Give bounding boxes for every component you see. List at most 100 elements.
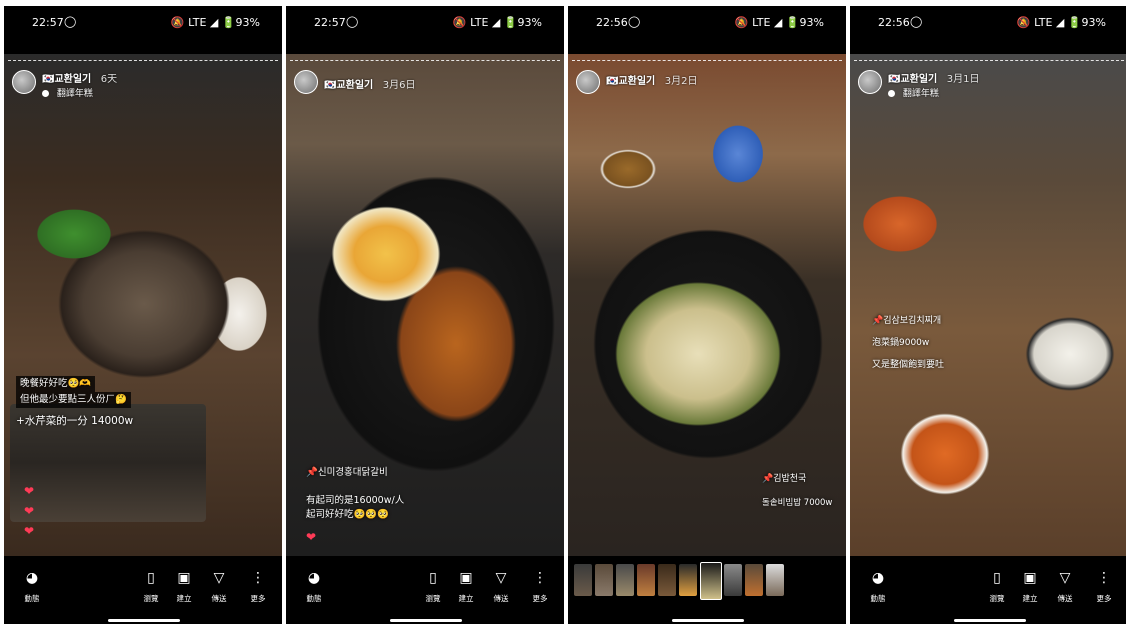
story-username[interactable]: 🇰🇷교환일기 bbox=[42, 74, 91, 85]
home-indicator[interactable] bbox=[108, 619, 180, 622]
more-label: 更多 bbox=[250, 594, 266, 603]
send-button[interactable]: ▽ 傳送 bbox=[487, 570, 515, 604]
create-icon: ▣ bbox=[1023, 570, 1037, 586]
home-indicator[interactable] bbox=[672, 619, 744, 622]
create-button[interactable]: ▣ 建立 bbox=[452, 570, 480, 604]
instagram-icon: ◯ bbox=[64, 15, 77, 28]
create-label: 建立 bbox=[1022, 594, 1038, 603]
more-icon: ⋮ bbox=[251, 570, 265, 586]
create-button[interactable]: ▣ 建立 bbox=[1016, 570, 1044, 604]
audio-icon bbox=[42, 90, 49, 97]
story-photo[interactable] bbox=[850, 54, 1126, 556]
story-caption: +水芹菜的一分 14000w bbox=[16, 414, 133, 428]
home-indicator[interactable] bbox=[390, 619, 462, 622]
caption-line: +水芹菜的一分 14000w bbox=[16, 415, 134, 427]
story-caption: 📌신미경홍대닭갈비 bbox=[306, 466, 388, 480]
story-header[interactable]: 🇰🇷교환일기 3月6日 bbox=[294, 68, 534, 102]
story-thumbnail[interactable] bbox=[679, 564, 697, 596]
story-thumbnail[interactable] bbox=[724, 564, 742, 596]
story-header[interactable]: 🇰🇷교환일기 6天 翻譯年糕 bbox=[12, 68, 252, 102]
browse-label: 瀏覽 bbox=[425, 594, 441, 603]
story-thumbnail-current[interactable] bbox=[700, 562, 722, 600]
story-panel-2[interactable]: 22:57 ◯ 🔕 LTE ◢ 🔋93% 🇰🇷교환일기 3月6日 📌신미경홍대닭… bbox=[286, 6, 564, 624]
status-time: 22:57 bbox=[314, 16, 346, 29]
story-caption: 有起司的是16000w/人 起司好好吃🥺🥺🥺 bbox=[306, 494, 404, 522]
browse-button[interactable]: ▯ 瀏覽 bbox=[983, 570, 1011, 604]
avatar[interactable] bbox=[576, 70, 600, 94]
story-panel-3[interactable]: 22:56 ◯ 🔕 LTE ◢ 🔋93% 🇰🇷교환일기 3月2日 📌김밥천국 돌… bbox=[568, 6, 846, 624]
more-button[interactable]: ⋮ 更多 bbox=[244, 570, 272, 604]
browse-label: 瀏覽 bbox=[143, 594, 159, 603]
story-caption: 又是整個飽到要吐 bbox=[872, 358, 944, 372]
caption-line: 📌김삼보김치찌개 bbox=[872, 316, 942, 326]
story-username[interactable]: 🇰🇷교환일기 bbox=[606, 76, 655, 87]
story-header[interactable]: 🇰🇷교환일기 3月1日 翻譯年糕 bbox=[858, 68, 1098, 102]
more-button[interactable]: ⋮ 更多 bbox=[1090, 570, 1118, 604]
story-username[interactable]: 🇰🇷교환일기 bbox=[324, 80, 373, 91]
browse-button[interactable]: ▯ 瀏覽 bbox=[137, 570, 165, 604]
audio-label: 翻譯年糕 bbox=[902, 89, 939, 99]
story-username[interactable]: 🇰🇷교환일기 bbox=[888, 74, 937, 85]
status-time: 22:57 bbox=[32, 16, 64, 29]
avatar[interactable] bbox=[294, 70, 318, 94]
story-audio[interactable]: 翻譯年糕 bbox=[42, 86, 93, 99]
story-caption: 泡菜鍋9000w bbox=[872, 336, 929, 350]
story-thumbnail[interactable] bbox=[766, 564, 784, 596]
story-toolbar: ◕ 動態 ▯ 瀏覽 ▣ 建立 ▽ 傳送 ⋮ 更多 bbox=[4, 558, 282, 624]
status-time: 22:56 bbox=[878, 16, 910, 29]
heart-icon: ❤ bbox=[24, 484, 35, 498]
heart-icon: ❤ bbox=[24, 524, 35, 538]
story-progress-bar bbox=[8, 60, 278, 61]
story-photo[interactable] bbox=[286, 54, 564, 556]
caption-line: 起司好好吃🥺🥺🥺 bbox=[306, 509, 389, 520]
activity-label: 動態 bbox=[24, 594, 40, 603]
home-indicator[interactable] bbox=[954, 619, 1026, 622]
browse-icon: ▯ bbox=[429, 570, 437, 586]
send-icon: ▽ bbox=[1059, 570, 1071, 586]
send-button[interactable]: ▽ 傳送 bbox=[1051, 570, 1079, 604]
story-thumbnail[interactable] bbox=[658, 564, 676, 596]
story-header[interactable]: 🇰🇷교환일기 3月2日 bbox=[576, 68, 816, 102]
status-bar: 22:56 ◯ 🔕 LTE ◢ 🔋93% bbox=[568, 6, 846, 38]
story-thumbnail[interactable] bbox=[595, 564, 613, 596]
send-icon: ▽ bbox=[495, 570, 507, 586]
story-time: 3月2日 bbox=[664, 76, 698, 87]
send-button[interactable]: ▽ 傳送 bbox=[205, 570, 233, 604]
story-thumbnail[interactable] bbox=[574, 564, 592, 596]
status-bar: 22:56 ◯ 🔕 LTE ◢ 🔋93% bbox=[850, 6, 1126, 38]
story-audio[interactable]: 翻譯年糕 bbox=[888, 86, 939, 99]
instagram-icon: ◯ bbox=[628, 15, 641, 28]
send-icon: ▽ bbox=[213, 570, 225, 586]
create-button[interactable]: ▣ 建立 bbox=[170, 570, 198, 604]
browse-icon: ▯ bbox=[147, 570, 155, 586]
caption-line: 泡菜鍋9000w bbox=[872, 338, 930, 348]
status-indicators: 🔕 LTE ◢ 🔋93% bbox=[170, 16, 260, 29]
avatar[interactable] bbox=[858, 70, 882, 94]
story-thumbnail[interactable] bbox=[745, 564, 763, 596]
story-toolbar: ◕ 動態 ▯ 瀏覽 ▣ 建立 ▽ 傳送 ⋮ 更多 bbox=[850, 558, 1126, 624]
story-photo[interactable] bbox=[4, 54, 282, 556]
story-panel-4[interactable]: 22:56 ◯ 🔕 LTE ◢ 🔋93% 🇰🇷교환일기 3月1日 翻譯年糕 📌김… bbox=[850, 6, 1126, 624]
story-thumbnail[interactable] bbox=[616, 564, 634, 596]
caption-line: 又是整個飽到要吐 bbox=[872, 360, 945, 370]
instagram-icon: ◯ bbox=[910, 15, 923, 28]
activity-button[interactable]: ◕ 動態 bbox=[300, 570, 328, 604]
heart-icon: ❤ bbox=[306, 530, 317, 544]
more-label: 更多 bbox=[1096, 594, 1112, 603]
story-panel-1[interactable]: 22:57 ◯ 🔕 LTE ◢ 🔋93% 🇰🇷교환일기 6天 翻譯年糕 晚餐好好… bbox=[4, 6, 282, 624]
story-caption: 📌김밥천국 bbox=[762, 472, 806, 486]
status-time: 22:56 bbox=[596, 16, 628, 29]
activity-button[interactable]: ◕ 動態 bbox=[864, 570, 892, 604]
caption-line: 📌신미경홍대닭갈비 bbox=[306, 467, 388, 478]
activity-button[interactable]: ◕ 動態 bbox=[18, 570, 46, 604]
activity-icon: ◕ bbox=[307, 570, 321, 586]
more-icon: ⋮ bbox=[1097, 570, 1111, 586]
more-button[interactable]: ⋮ 更多 bbox=[526, 570, 554, 604]
browse-button[interactable]: ▯ 瀏覽 bbox=[419, 570, 447, 604]
story-thumbnail[interactable] bbox=[637, 564, 655, 596]
more-icon: ⋮ bbox=[533, 570, 547, 586]
activity-icon: ◕ bbox=[871, 570, 885, 586]
status-indicators: 🔕 LTE ◢ 🔋93% bbox=[1016, 16, 1106, 29]
story-caption: 📌김삼보김치찌개 bbox=[872, 314, 941, 328]
avatar[interactable] bbox=[12, 70, 36, 94]
